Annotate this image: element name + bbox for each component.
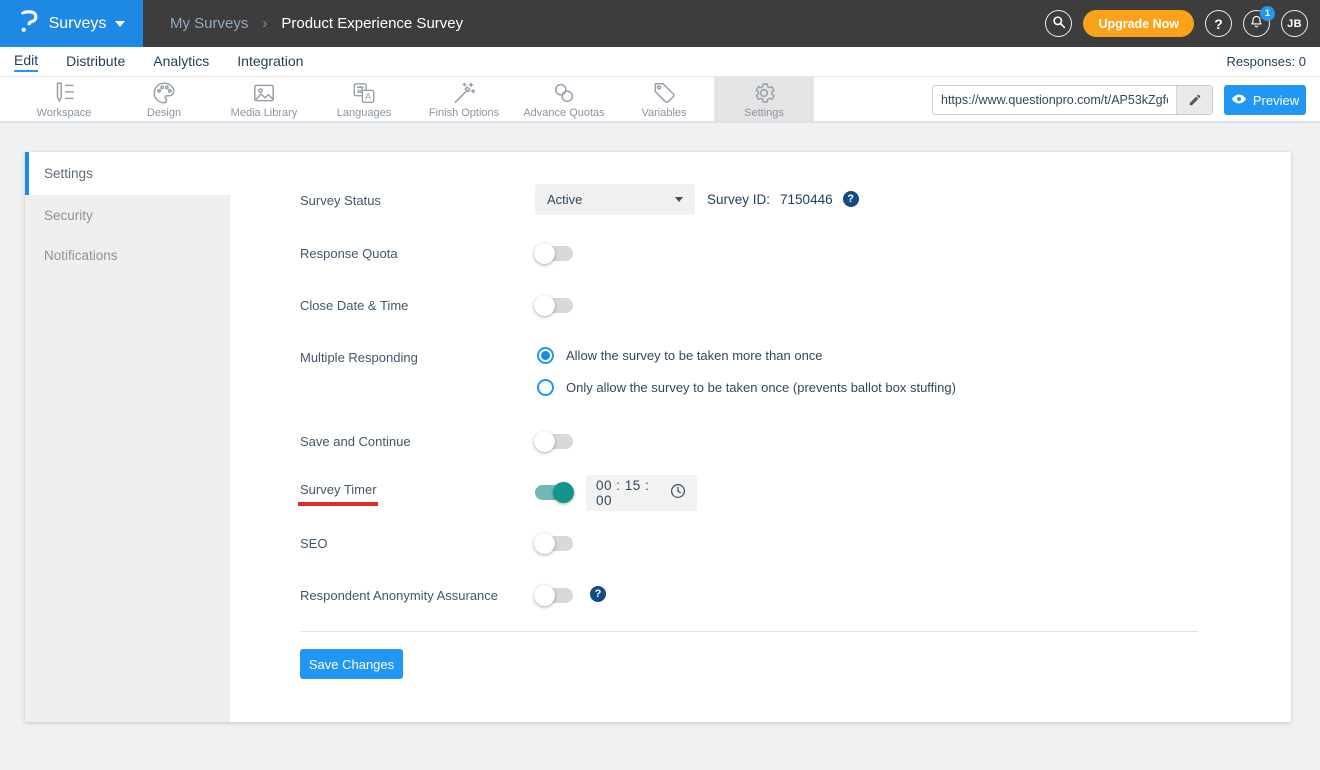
save-changes-button[interactable]: Save Changes	[300, 649, 403, 679]
chevron-down-icon	[675, 197, 683, 202]
tab-edit[interactable]: Edit	[14, 52, 39, 72]
media-library-icon	[251, 80, 277, 106]
radio-selected-icon[interactable]	[537, 347, 554, 364]
settings-sidebar: Settings Security Notifications	[25, 152, 230, 722]
edit-url-button[interactable]	[1176, 86, 1212, 114]
respondent-anonymity-toggle[interactable]	[534, 585, 573, 606]
breadcrumb-separator-icon: ›	[262, 15, 268, 32]
sidebar-item-security[interactable]: Security	[25, 195, 230, 235]
edit-toolbar: Workspace Design Media Library A Languag…	[0, 77, 1320, 123]
sidebar-item-settings[interactable]: Settings	[25, 152, 230, 195]
respondent-anonymity-label: Respondent Anonymity Assurance	[300, 588, 499, 603]
toolbar-item-languages[interactable]: A Languages	[314, 77, 414, 121]
radio-option-allow-multiple[interactable]: Allow the survey to be taken more than o…	[537, 347, 823, 364]
close-date-label: Close Date & Time	[300, 298, 409, 313]
sidebar-item-notifications[interactable]: Notifications	[25, 235, 230, 275]
seo-toggle[interactable]	[534, 533, 573, 554]
questionpro-logo-icon	[18, 8, 40, 39]
svg-text:A: A	[365, 91, 372, 101]
finish-options-wand-icon	[451, 80, 477, 106]
survey-status-label: Survey Status	[300, 193, 381, 208]
upgrade-now-button[interactable]: Upgrade Now	[1083, 10, 1194, 37]
tab-distribute[interactable]: Distribute	[66, 53, 125, 71]
questionpro-settings-page: Surveys My Surveys › Product Experience …	[0, 0, 1320, 770]
survey-timer-label: Survey Timer	[300, 482, 377, 497]
toggle-knob	[553, 482, 574, 503]
preview-button[interactable]: Preview	[1224, 85, 1306, 115]
brand-label: Surveys	[48, 14, 107, 32]
advance-quotas-link-icon	[551, 80, 577, 106]
response-quota-label: Response Quota	[300, 246, 398, 261]
responses-count: Responses: 0	[1226, 54, 1307, 69]
toolbar-item-workspace[interactable]: Workspace	[14, 77, 114, 121]
respondent-anonymity-help-icon[interactable]: ?	[590, 586, 606, 602]
toggle-knob	[534, 243, 555, 264]
radio-option-only-once[interactable]: Only allow the survey to be taken once (…	[537, 379, 956, 396]
surveys-product-menu[interactable]: Surveys	[0, 0, 143, 47]
multiple-responding-label: Multiple Responding	[300, 350, 418, 365]
seo-label: SEO	[300, 536, 328, 551]
search-icon	[1051, 14, 1067, 33]
page-title: Product Experience Survey	[281, 15, 464, 32]
radio-unselected-icon[interactable]	[537, 379, 554, 396]
toggle-knob	[534, 431, 555, 452]
toolbar-item-advance-quotas[interactable]: Advance Quotas	[514, 77, 614, 121]
survey-timer-duration-field[interactable]: 00 : 15 : 00	[586, 475, 697, 511]
toggle-knob	[534, 295, 555, 316]
survey-id-group: Survey ID: 7150446 ?	[707, 191, 859, 207]
toolbar-item-finish-options[interactable]: Finish Options	[414, 77, 514, 121]
breadcrumb: My Surveys › Product Experience Survey	[170, 0, 463, 47]
search-button[interactable]	[1045, 10, 1073, 37]
help-button[interactable]: ?	[1205, 10, 1232, 37]
survey-url-input[interactable]	[933, 86, 1176, 114]
save-and-continue-toggle[interactable]	[534, 431, 573, 452]
survey-id-value: 7150446	[780, 191, 833, 207]
workspace-icon	[51, 80, 77, 106]
tab-integration[interactable]: Integration	[237, 53, 303, 71]
clock-icon	[669, 482, 687, 505]
avatar-initials: JB	[1287, 17, 1302, 30]
section-tabs: Edit Distribute Analytics Integration Re…	[0, 47, 1320, 77]
notification-count-badge: 1	[1260, 6, 1275, 21]
chevron-down-icon	[115, 20, 126, 27]
top-bar: Surveys My Surveys › Product Experience …	[0, 0, 1320, 47]
response-quota-toggle[interactable]	[534, 243, 573, 264]
breadcrumb-my-surveys[interactable]: My Surveys	[170, 15, 248, 32]
survey-id-help-icon[interactable]: ?	[842, 191, 859, 207]
survey-url-box	[932, 85, 1213, 115]
toolbar-item-design[interactable]: Design	[114, 77, 214, 121]
design-palette-icon	[151, 80, 177, 106]
survey-timer-toggle[interactable]	[535, 482, 574, 503]
question-mark-icon: ?	[1214, 15, 1223, 32]
eye-icon	[1231, 93, 1247, 108]
settings-gear-icon	[751, 80, 777, 106]
notifications-button[interactable]: 1	[1243, 6, 1275, 37]
survey-timer-annotation-underline	[298, 502, 378, 506]
survey-status-select[interactable]: Active	[535, 184, 695, 215]
toolbar-item-variables[interactable]: Variables	[614, 77, 714, 121]
pencil-icon	[1189, 94, 1200, 106]
form-divider	[300, 631, 1198, 632]
variables-tag-icon	[651, 80, 677, 106]
save-and-continue-label: Save and Continue	[300, 434, 411, 449]
toolbar-item-settings[interactable]: Settings	[714, 77, 814, 121]
toggle-knob	[534, 585, 555, 606]
tab-analytics[interactable]: Analytics	[153, 53, 209, 71]
user-avatar[interactable]: JB	[1281, 10, 1308, 37]
close-date-toggle[interactable]	[534, 295, 573, 316]
languages-icon: A	[351, 80, 377, 106]
toolbar-item-media-library[interactable]: Media Library	[214, 77, 314, 121]
toggle-knob	[534, 533, 555, 554]
survey-id-label: Survey ID:	[707, 191, 771, 207]
topbar-actions: Upgrade Now ? 1 JB	[1045, 0, 1308, 47]
settings-card: Settings Security Notifications Survey S…	[25, 152, 1291, 722]
